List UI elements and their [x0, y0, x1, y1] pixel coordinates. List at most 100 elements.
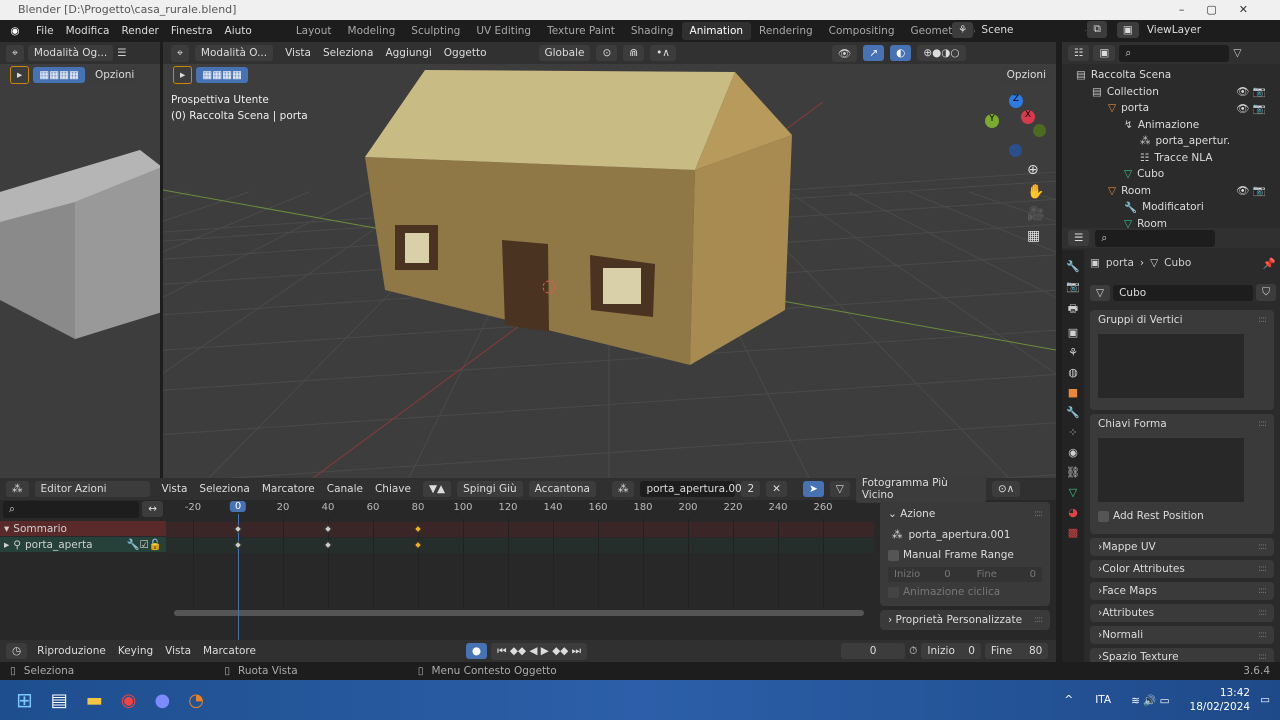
render-tab-icon[interactable]: 📷: [1066, 280, 1080, 293]
outliner-item[interactable]: ↯ Animazione: [1062, 117, 1280, 134]
view-layer-selector[interactable]: ViewLayer: [1140, 21, 1251, 38]
auto-keying-icon[interactable]: ●: [465, 643, 488, 659]
end-frame-field[interactable]: Fine 80: [984, 643, 1049, 659]
panel-mappe-uv[interactable]: › Mappe UV::::: [1090, 538, 1274, 556]
network-volume-icon[interactable]: ≋ 🔊 ▭: [1131, 694, 1169, 707]
shape-keys-list[interactable]: [1098, 438, 1244, 502]
playhead-frame[interactable]: 0: [229, 501, 247, 512]
zoom-icon[interactable]: ⊕: [1027, 162, 1044, 178]
channel-move-icon[interactable]: ▼▲: [422, 481, 452, 497]
menu-file[interactable]: File: [30, 25, 60, 37]
menu-marcatore[interactable]: Marcatore: [256, 483, 321, 495]
navigation-gizmo[interactable]: Z Y X: [981, 94, 1051, 164]
language-indicator[interactable]: ITA: [1095, 694, 1111, 706]
start-frame-field[interactable]: Inizio 0: [921, 643, 981, 659]
current-frame-field[interactable]: 0: [841, 643, 906, 659]
display-mode-icon[interactable]: ☷: [1068, 45, 1090, 61]
select-tool-icon[interactable]: ▸: [173, 66, 193, 84]
tab-layout[interactable]: Layout: [288, 22, 340, 40]
cyclic-checkbox[interactable]: [888, 586, 899, 598]
menu-aiuto[interactable]: Aiuto: [219, 25, 258, 37]
blender-logo-icon[interactable]: ◉: [0, 25, 30, 37]
pivot-icon[interactable]: ⊙: [596, 45, 618, 61]
visibility-toggles-icon[interactable]: 👁 📷: [1236, 85, 1280, 98]
outliner-item[interactable]: ▤ Raccolta Scena: [1062, 67, 1280, 84]
menu-seleziona[interactable]: Seleziona: [317, 47, 379, 59]
start-icon[interactable]: ⊞: [16, 688, 33, 712]
view-layer-icon[interactable]: ▣: [1116, 21, 1139, 38]
fake-user-icon[interactable]: ⛉: [1256, 284, 1276, 301]
channel-summary[interactable]: ▾ Sommario: [0, 521, 166, 536]
camera-icon[interactable]: 🎥: [1027, 206, 1044, 222]
outliner-item[interactable]: ▽ Room 👁 📷: [1062, 183, 1280, 200]
channel-search[interactable]: ⌕: [3, 500, 140, 518]
tab-animation[interactable]: Animation: [681, 22, 752, 40]
clock-time[interactable]: 13:42: [1190, 686, 1250, 700]
outliner-item[interactable]: ▽ Cubo: [1062, 166, 1280, 183]
editor-type-icon[interactable]: ⌖: [171, 44, 189, 62]
mesh-browse-icon[interactable]: ▽: [1090, 284, 1111, 301]
proportional-icon[interactable]: •∧: [650, 45, 676, 61]
discord-icon[interactable]: ●: [155, 690, 171, 711]
snap-icon[interactable]: ⋒: [623, 45, 645, 61]
file-explorer-icon[interactable]: ▬: [86, 690, 103, 711]
tab-sculpting[interactable]: Sculpting: [403, 22, 468, 40]
only-selected-icon[interactable]: ➤: [802, 481, 824, 497]
tab-shading[interactable]: Shading: [623, 22, 682, 40]
keyframe-area[interactable]: -20 20 40 60 80 100 120 140 160 180 200 220 240 260 0: [166, 500, 874, 640]
chrome-icon[interactable]: ◉: [121, 690, 137, 711]
notifications-icon[interactable]: ▭: [1260, 694, 1270, 706]
editor-type-icon[interactable]: ☰: [1068, 230, 1090, 246]
snap-mode-dropdown[interactable]: Fotogramma Più Vicino: [855, 475, 986, 503]
filter-icon[interactable]: ▽: [829, 481, 850, 497]
action-browse-icon[interactable]: ⁂: [611, 481, 635, 497]
visibility-toggles-icon[interactable]: 👁 📷: [1236, 184, 1280, 197]
menu-vista[interactable]: Vista: [159, 645, 197, 657]
tray-chevron-icon[interactable]: ^: [1064, 694, 1073, 706]
new-scene-icon[interactable]: ⧉: [1087, 21, 1107, 38]
outliner-item[interactable]: ☷ Tracce NLA: [1062, 150, 1280, 167]
sync-icon[interactable]: ↔: [142, 501, 163, 517]
tab-uv-editing[interactable]: UV Editing: [468, 22, 539, 40]
horizontal-scrollbar[interactable]: [174, 610, 864, 616]
menu-oggetto[interactable]: Oggetto: [438, 47, 493, 59]
tab-modeling[interactable]: Modeling: [340, 22, 404, 40]
gizmo-icon[interactable]: ↗: [863, 45, 885, 61]
shading-icon[interactable]: ⊕●◑○: [917, 45, 966, 61]
playback-controls[interactable]: ⏮ ◆◆ ◀ ▶ ◆◆ ⏭: [491, 642, 588, 660]
panel-attributes[interactable]: › Attributes::::: [1090, 604, 1274, 622]
panel-face-maps[interactable]: › Face Maps::::: [1090, 582, 1274, 600]
menu-vista[interactable]: Vista: [156, 483, 194, 495]
options-button[interactable]: Opzioni: [1000, 67, 1052, 83]
orientation-dropdown[interactable]: Globale: [538, 45, 591, 61]
panel-normali[interactable]: › Normali::::: [1090, 626, 1274, 644]
menu-riproduzione[interactable]: Riproduzione: [31, 645, 112, 657]
drag-handle-icon[interactable]: ::::: [1258, 542, 1267, 552]
properties-search[interactable]: ⌕: [1095, 229, 1216, 247]
window-controls[interactable]: –▢✕: [1179, 0, 1270, 20]
outliner-item[interactable]: 🔧 Modificatori: [1062, 199, 1280, 216]
visibility-toggles-icon[interactable]: 👁 📷: [1236, 102, 1280, 115]
start-field[interactable]: 0: [944, 569, 950, 580]
outliner-item[interactable]: ▤ Collection 👁 📷: [1062, 84, 1280, 101]
mesh-name-field[interactable]: Cubo: [1113, 284, 1254, 301]
panel-color-attributes[interactable]: › Color Attributes::::: [1090, 560, 1274, 578]
3d-viewport[interactable]: ⌖ Modalità O... Vista Seleziona Aggiungi Og…: [163, 42, 1056, 478]
drag-handle-icon[interactable]: ::::: [1258, 608, 1267, 618]
filter-icon[interactable]: ▽: [1233, 47, 1241, 59]
pan-hand-icon[interactable]: ✋: [1027, 184, 1044, 200]
menu-render[interactable]: Render: [115, 25, 164, 37]
action-users-count[interactable]: 2: [741, 481, 761, 497]
menu-keying[interactable]: Keying: [112, 645, 159, 657]
menu-seleziona[interactable]: Seleziona: [193, 483, 255, 495]
tab-compositing[interactable]: Compositing: [821, 22, 903, 40]
gizmo-z[interactable]: Z: [1009, 94, 1023, 108]
vertex-groups-list[interactable]: [1098, 334, 1244, 398]
overlay-icon[interactable]: ◐: [890, 45, 912, 61]
menu-chiave[interactable]: Chiave: [369, 483, 417, 495]
editor-mode-dropdown[interactable]: Editor Azioni: [34, 481, 150, 497]
custom-properties-panel[interactable]: › Proprietà Personalizzate::::: [880, 610, 1050, 630]
scene-selector[interactable]: Scene: [975, 21, 1086, 38]
stash-button[interactable]: Accantona: [528, 481, 596, 497]
push-down-button[interactable]: Spingi Giù: [457, 481, 523, 497]
